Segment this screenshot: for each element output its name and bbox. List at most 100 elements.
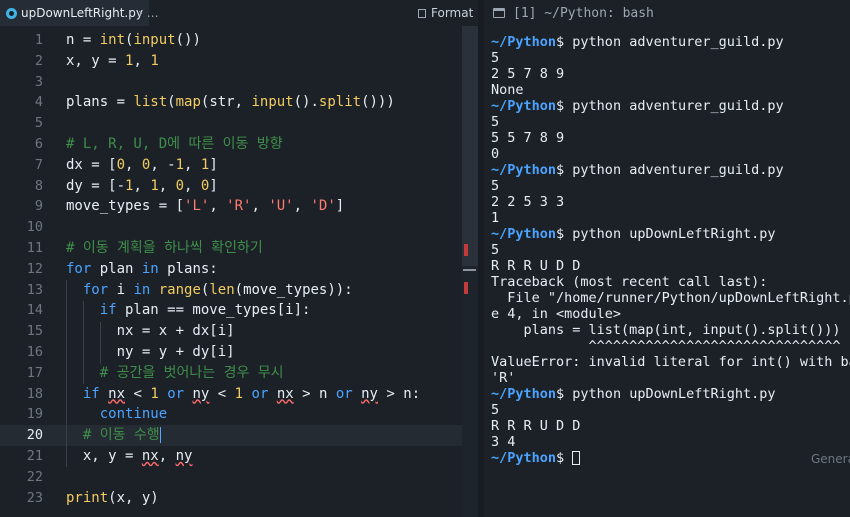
code-line[interactable]: 14 if plan == move_types[i]: (0, 300, 462, 321)
line-number: 6 (34, 135, 43, 152)
code-text[interactable]: n = int(input()) (66, 30, 201, 51)
file-tab-label: upDownLeftRight.py (21, 6, 143, 20)
terminal-command-line: ~/Python$ python upDownLeftRight.py (491, 226, 850, 242)
terminal-output-line: R R R U D D (491, 258, 581, 274)
code-line[interactable]: 21 x, y = nx, ny (0, 446, 462, 467)
line-number: 19 (26, 406, 43, 423)
error-marker (464, 282, 468, 294)
line-number: 17 (26, 364, 43, 381)
code-text[interactable]: continue (66, 404, 167, 425)
error-marker (464, 244, 468, 256)
code-text[interactable]: move_types = ['L', 'R', 'U', 'D'] (66, 196, 344, 217)
code-text[interactable]: # 공간을 벗어나는 경우 무시 (66, 363, 284, 384)
prompt-path: ~/Python (491, 162, 557, 178)
line-number: 16 (26, 343, 43, 360)
file-tab[interactable]: upDownLeftRight.py (0, 0, 149, 26)
prompt-symbol: $ (556, 162, 565, 178)
code-text[interactable]: x, y = nx, ny (66, 446, 193, 467)
line-number: 12 (26, 260, 43, 277)
command-text: python adventurer_guild.py (564, 98, 784, 114)
code-line[interactable]: 20 # 이동 수행 (0, 425, 462, 446)
code-line[interactable]: 13 for i in range(len(move_types)): (0, 280, 462, 301)
code-line[interactable]: 18 if nx < 1 or ny < 1 or nx > n or ny >… (0, 384, 462, 405)
terminal-command-line: ~/Python$ python adventurer_guild.py (491, 98, 850, 114)
terminal-header: [1] ~/Python: bash (484, 0, 850, 26)
terminal-title: [1] ~/Python: bash (513, 5, 654, 21)
line-number: 2 (34, 52, 43, 69)
terminal-icon (493, 8, 505, 18)
code-line[interactable]: 10 (0, 217, 462, 238)
code-line[interactable]: 9 move_types = ['L', 'R', 'U', 'D'] (0, 196, 462, 217)
code-line[interactable]: 4 plans = list(map(str, input().split())) (0, 92, 462, 113)
terminal-command-line: ~/Python$ python adventurer_guild.py (491, 162, 850, 178)
terminal-output-line: File "/home/runner/Python/upDownLeftRigh… (507, 290, 850, 306)
editor-scrollbar[interactable] (462, 26, 478, 517)
line-number: 23 (26, 489, 43, 506)
terminal-output-line: e 4, in <module> (491, 306, 622, 322)
code-line[interactable]: 16 ny = y + dy[i] (0, 342, 462, 363)
code-line[interactable]: 12 for plan in plans: (0, 259, 462, 280)
code-text[interactable]: # 이동 계획을 하나씩 확인하기 (66, 238, 263, 259)
line-number: 8 (34, 177, 43, 194)
code-line[interactable]: 23 print(x, y) (0, 488, 462, 509)
indent-guide (100, 322, 101, 364)
code-text[interactable]: nx = x + dx[i] (66, 321, 235, 342)
generate-hint[interactable]: Generate (811, 452, 850, 466)
code-text[interactable]: dy = [-1, 1, 0, 0] (66, 176, 218, 197)
code-line[interactable]: 7 dx = [0, 0, -1, 1] (0, 155, 462, 176)
code-text[interactable]: if plan == move_types[i]: (66, 300, 311, 321)
code-text[interactable]: if nx < 1 or ny < 1 or nx > n or ny > n: (66, 384, 420, 405)
line-number: 4 (34, 94, 43, 111)
code-text[interactable]: ny = y + dy[i] (66, 342, 235, 363)
code-line[interactable]: 8 dy = [-1, 1, 0, 0] (0, 176, 462, 197)
code-line[interactable]: 2 x, y = 1, 1 (0, 51, 462, 72)
terminal-output-line: 5 (491, 402, 500, 418)
code-line[interactable]: 1 n = int(input()) (0, 30, 462, 51)
code-line[interactable]: 3 (0, 72, 462, 93)
format-button[interactable]: Format (418, 5, 473, 21)
command-text: python upDownLeftRight.py (564, 386, 776, 402)
prompt-path: ~/Python (491, 450, 557, 466)
code-text[interactable]: plans = list(map(str, input().split())) (66, 92, 395, 113)
code-text[interactable]: for plan in plans: (66, 259, 218, 280)
code-line[interactable]: 15 nx = x + dx[i] (0, 321, 462, 342)
prompt-symbol: $ (556, 98, 565, 114)
terminal-output-line: 1 (491, 210, 500, 226)
line-number: 5 (34, 115, 43, 132)
code-text[interactable]: dx = [0, 0, -1, 1] (66, 155, 218, 176)
prompt-symbol: $ (556, 386, 565, 402)
format-icon (418, 8, 426, 18)
line-number: 3 (34, 73, 43, 90)
terminal-command-line: ~/Python$ python adventurer_guild.py (491, 34, 850, 50)
terminal-output-line: plans = list(map(int, input().split())) (491, 322, 841, 338)
code-text[interactable]: for i in range(len(move_types)): (66, 280, 353, 301)
line-number: 10 (26, 219, 43, 236)
line-number: 20 (26, 427, 43, 444)
code-lines[interactable]: 1 n = int(input()) 2 x, y = 1, 1 3 4 plans = l… (0, 30, 462, 508)
code-text[interactable]: # L, R, U, D에 따른 이동 방향 (66, 134, 283, 155)
breadcrumb[interactable]: › … (138, 6, 159, 20)
code-line[interactable]: 19 continue (0, 404, 462, 425)
code-line[interactable]: 11 # 이동 계획을 하나씩 확인하기 (0, 238, 462, 259)
terminal-output-line: ^^^^^^^^^^^^^^^^^^^^^^^^^^^^^^^ (491, 338, 841, 354)
line-number: 18 (26, 385, 43, 402)
terminal-cursor (572, 451, 581, 465)
code-text[interactable]: # 이동 수행 (66, 425, 162, 446)
prompt-path: ~/Python (491, 34, 557, 50)
code-line[interactable]: 6 # L, R, U, D에 따른 이동 방향 (0, 134, 462, 155)
terminal-output-line: None (491, 82, 524, 98)
code-line[interactable]: 22 (0, 467, 462, 488)
terminal-output-line: 'R' (491, 370, 516, 386)
command-text: python adventurer_guild.py (564, 34, 784, 50)
indent-guide (83, 301, 84, 384)
terminal-output-line: Traceback (most recent call last): (491, 274, 768, 290)
scrollbar-thumb[interactable] (462, 26, 478, 266)
terminal-pane[interactable]: [1] ~/Python: bash ~/Python$ python adve… (484, 0, 850, 517)
code-text[interactable]: x, y = 1, 1 (66, 51, 159, 72)
prompt-path: ~/Python (491, 226, 557, 242)
code-text[interactable]: print(x, y) (66, 488, 159, 509)
code-line[interactable]: 5 (0, 113, 462, 134)
code-line[interactable]: 17 # 공간을 벗어나는 경우 무시 (0, 363, 462, 384)
editor-header: upDownLeftRight.py › … Format (0, 0, 478, 26)
line-number: 21 (26, 447, 43, 464)
